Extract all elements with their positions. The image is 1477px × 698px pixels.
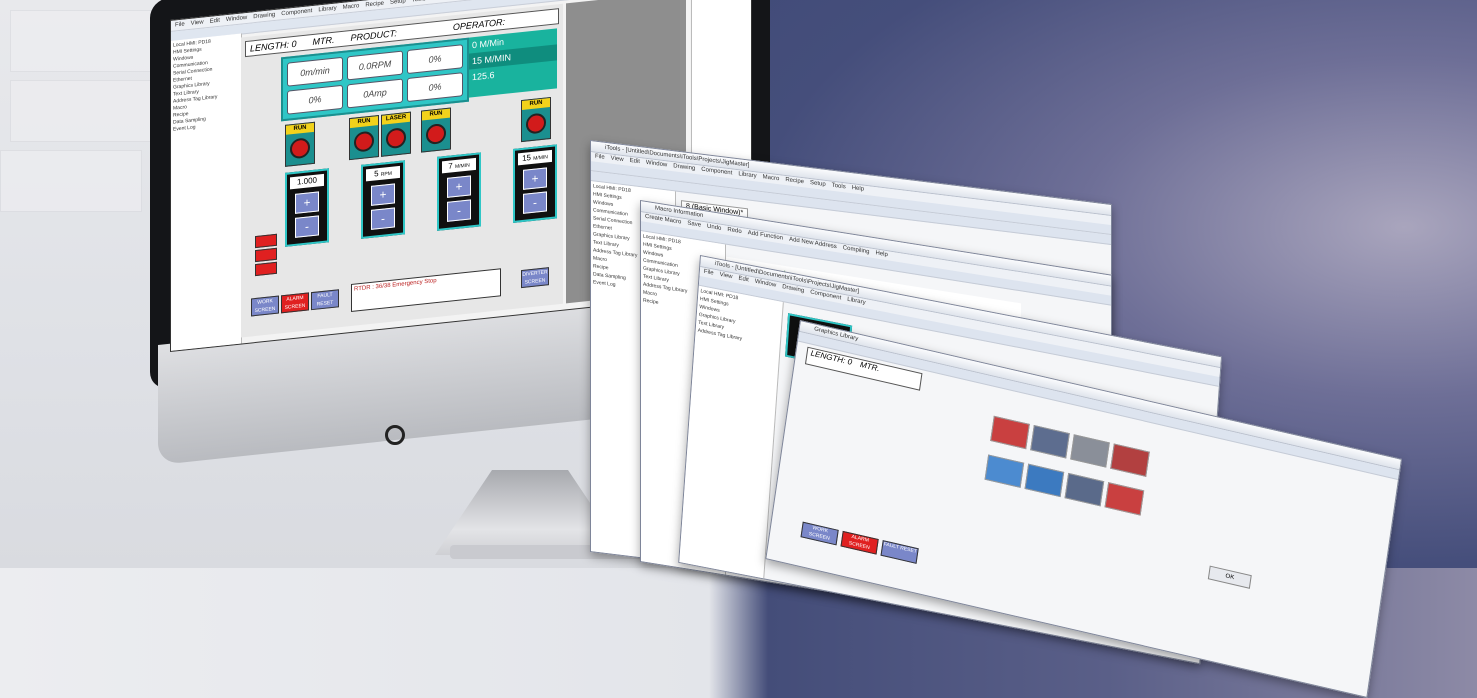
increment-button[interactable]: + (447, 175, 471, 198)
help-button[interactable]: Help (875, 249, 887, 260)
library-item[interactable] (990, 415, 1030, 450)
setpoint-value: 7 M/MIN (442, 157, 476, 174)
menu-setup[interactable]: Setup (810, 179, 826, 190)
setpoint-value: 15 M/MIN (518, 149, 552, 166)
run-label: RUN (350, 116, 378, 129)
power-button-icon (385, 425, 405, 445)
fault-reset-button[interactable]: FAULT RESET (311, 289, 339, 311)
decrement-button[interactable]: - (523, 191, 547, 214)
speed-gauge: 0m/min (287, 56, 343, 87)
alarm-screen-button[interactable]: ALARM SCREEN (281, 292, 309, 314)
setpoint-box: 1.000 + - (285, 168, 329, 247)
background-panel (0, 150, 142, 212)
diverter-screen-button[interactable]: DIVERTER SCREEN (521, 267, 549, 289)
library-item[interactable] (1070, 434, 1110, 468)
laser-button[interactable] (386, 127, 406, 150)
menu-view[interactable]: View (611, 155, 624, 166)
decrement-button[interactable]: - (371, 207, 395, 230)
decrement-button[interactable]: - (447, 199, 471, 222)
work-screen-button[interactable]: WORK SCREEN (800, 521, 839, 546)
operator-label: OPERATOR: (452, 16, 506, 33)
run-button[interactable] (290, 137, 310, 160)
emergency-stop-message: RTDR : 36/38 Emergency Stop (351, 268, 501, 312)
setpoint-value: 5 RPM (366, 165, 400, 182)
library-item[interactable] (1030, 424, 1070, 459)
menu-macro[interactable]: Macro (343, 3, 360, 11)
setpoint-value: 1.000 (290, 173, 324, 190)
run-label: RUN (422, 108, 450, 121)
menu-component[interactable]: Component (281, 8, 312, 17)
increment-button[interactable]: + (295, 191, 319, 214)
run-control[interactable]: RUN (421, 107, 451, 153)
setpoint-box: 5 RPM + - (361, 160, 405, 239)
amp-gauge: 0Amp (347, 78, 403, 109)
menu-window[interactable]: Window (226, 15, 247, 23)
menu-file[interactable]: File (595, 153, 605, 163)
setpoint-box: 7 M/MIN + - (437, 152, 481, 231)
run-control[interactable]: RUN (285, 121, 315, 167)
menu-edit[interactable]: Edit (738, 275, 749, 286)
background-panel (10, 10, 162, 72)
indicator-red (255, 233, 277, 249)
work-screen-button[interactable]: WORK SCREEN (251, 295, 279, 317)
run-button[interactable] (426, 122, 446, 146)
readout-panel: 0 M/Min 15 M/MIN 125.6 (469, 28, 557, 98)
indicator-red (255, 261, 277, 277)
product-label: PRODUCT: (350, 28, 397, 44)
menu-library[interactable]: Library (318, 5, 336, 13)
run-control[interactable]: RUN (521, 96, 551, 143)
library-item[interactable] (1110, 443, 1150, 477)
menu-setup[interactable]: Setup (390, 0, 406, 6)
library-item[interactable] (1024, 463, 1065, 498)
menu-edit[interactable]: Edit (630, 157, 640, 167)
percent-gauge-2: 0% (287, 84, 343, 115)
menu-view[interactable]: View (191, 19, 204, 26)
decrement-button[interactable]: - (295, 215, 319, 238)
increment-button[interactable]: + (523, 167, 547, 190)
menu-recipe[interactable]: Recipe (365, 1, 384, 9)
ok-button[interactable]: OK (1207, 565, 1252, 589)
indicator-red (255, 247, 277, 263)
mtr-label: MTR. (859, 360, 881, 374)
menu-drawing[interactable]: Drawing (253, 12, 275, 20)
run-button[interactable] (354, 130, 374, 153)
project-tree[interactable]: Local HMI: PD18 HMI Settings Windows Com… (171, 33, 242, 351)
percent-gauge-3: 0% (407, 72, 463, 103)
background-panel (10, 80, 162, 142)
mtr-label: MTR. (312, 34, 335, 48)
library-item[interactable] (1104, 482, 1145, 516)
library-item[interactable] (984, 454, 1025, 488)
menu-tools[interactable]: Tools (412, 0, 426, 4)
menu-edit[interactable]: Edit (210, 18, 220, 25)
fault-reset-button[interactable]: FAULT RESET (880, 540, 919, 564)
menu-help[interactable]: Help (432, 0, 444, 1)
menu-file[interactable]: File (704, 268, 714, 279)
setpoint-box: 15 M/MIN + - (513, 144, 557, 223)
rpm-gauge: 0.0RPM (347, 50, 403, 81)
increment-button[interactable]: + (371, 183, 395, 206)
percent-gauge: 0% (407, 44, 463, 75)
laser-control[interactable]: LASER (381, 111, 411, 157)
library-item[interactable] (1064, 472, 1105, 507)
run-button[interactable] (526, 112, 546, 135)
laser-label: LASER (382, 112, 410, 125)
hmi-canvas[interactable]: LENGTH: 0 MTR. PRODUCT: OPERATOR: 0m/min… (241, 3, 563, 338)
run-control[interactable]: RUN (349, 115, 379, 161)
run-label: RUN (522, 98, 550, 111)
run-label: RUN (286, 122, 314, 135)
menu-macro[interactable]: Macro (763, 173, 780, 184)
menu-file[interactable]: File (175, 21, 185, 28)
menu-help[interactable]: Help (852, 184, 864, 195)
alarm-screen-button[interactable]: ALARM SCREEN (840, 530, 879, 555)
menu-tools[interactable]: Tools (832, 182, 846, 193)
length-label: LENGTH: 0 (250, 38, 297, 54)
